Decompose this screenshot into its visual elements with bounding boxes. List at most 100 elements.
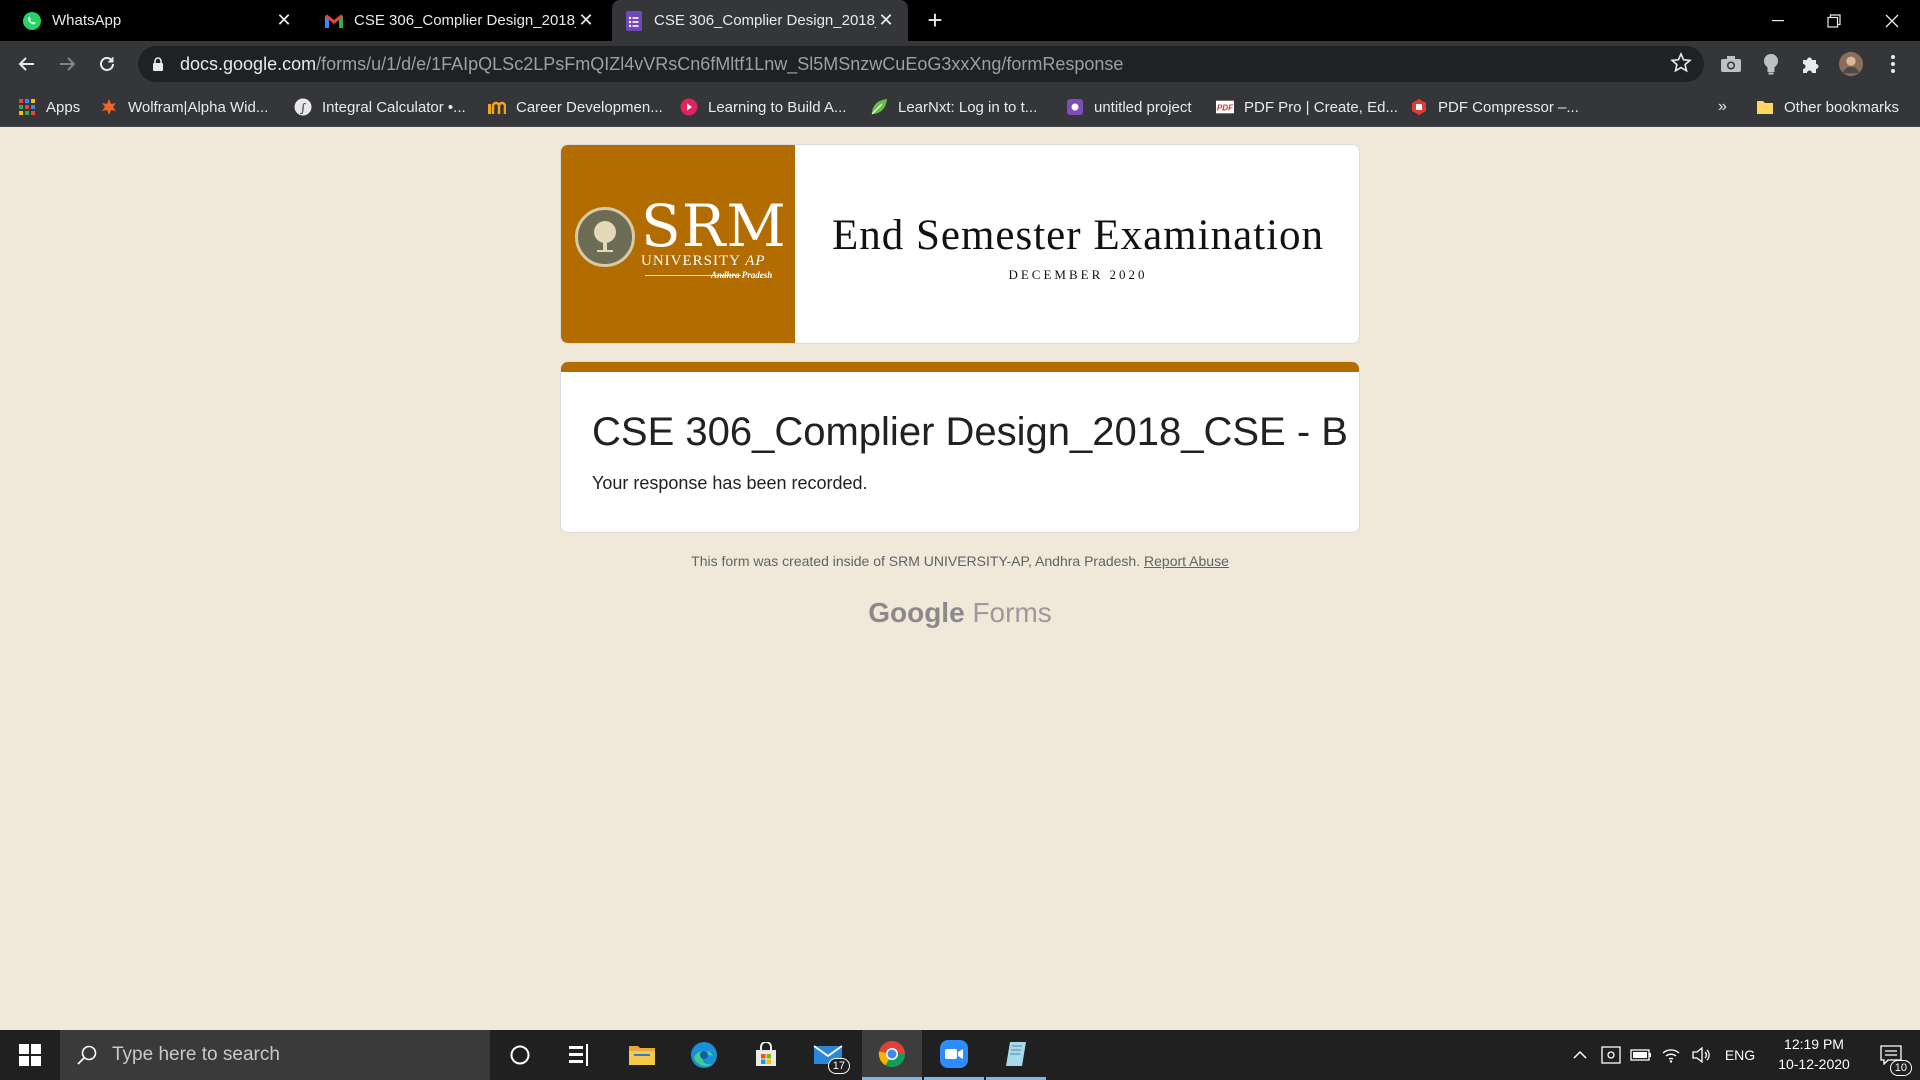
more-menu-icon[interactable] bbox=[1880, 51, 1906, 77]
zoom-icon[interactable] bbox=[924, 1030, 984, 1080]
close-icon[interactable]: ✕ bbox=[876, 10, 896, 31]
browser-toolbar: docs.google.com/forms/u/1/d/e/1FAIpQLSc2… bbox=[0, 41, 1920, 87]
bookmark-label: Other bookmarks bbox=[1784, 98, 1900, 116]
chrome-taskbar-icon[interactable] bbox=[862, 1030, 922, 1080]
reload-icon[interactable] bbox=[92, 49, 122, 79]
bookmark-integral-calculator[interactable]: ∫ Integral Calculator •... bbox=[294, 87, 466, 127]
address-bar[interactable]: docs.google.com/forms/u/1/d/e/1FAIpQLSc2… bbox=[138, 46, 1704, 82]
meet-now-icon[interactable] bbox=[1598, 1030, 1624, 1080]
report-abuse-link[interactable]: Report Abuse bbox=[1144, 553, 1229, 569]
windows-start-icon[interactable] bbox=[0, 1030, 60, 1080]
minimize-icon[interactable] bbox=[1750, 0, 1806, 41]
pdf-compressor-icon bbox=[1410, 98, 1428, 116]
bookmark-label: Wolfram|Alpha Wid... bbox=[128, 98, 269, 116]
bookmark-label: PDF Compressor –... bbox=[1438, 98, 1579, 116]
gmail-icon bbox=[324, 11, 344, 31]
volume-icon[interactable] bbox=[1688, 1030, 1714, 1080]
close-icon[interactable]: ✕ bbox=[274, 10, 294, 31]
footer-text: This form was created inside of SRM UNIV… bbox=[691, 553, 1141, 569]
logo-name: SRM bbox=[641, 192, 787, 260]
puzzle-extensions-icon[interactable] bbox=[1798, 51, 1824, 77]
wifi-icon[interactable] bbox=[1658, 1030, 1684, 1080]
bookmark-learning-to-build[interactable]: Learning to Build A... bbox=[680, 87, 846, 127]
bookmarks-bar: Apps Wolfram|Alpha Wid... ∫ Integral Cal… bbox=[0, 87, 1920, 127]
notification-center-icon[interactable]: 10 bbox=[1866, 1030, 1916, 1080]
search-icon bbox=[76, 1044, 98, 1066]
svg-text:PDF: PDF bbox=[1217, 104, 1234, 113]
mail-icon[interactable]: 17 bbox=[798, 1030, 858, 1080]
notification-count-badge: 10 bbox=[1889, 1060, 1912, 1076]
whatsapp-icon bbox=[22, 11, 42, 31]
brand-google: Google bbox=[868, 597, 965, 628]
tab-whatsapp[interactable]: WhatsApp ✕ bbox=[10, 0, 306, 41]
wolfram-icon bbox=[100, 98, 118, 116]
bookmark-label: Career Developmen... bbox=[516, 98, 663, 116]
taskbar-search-box[interactable]: Type here to search bbox=[60, 1030, 490, 1080]
bookmark-wolfram[interactable]: Wolfram|Alpha Wid... bbox=[100, 87, 268, 127]
career-icon bbox=[488, 98, 506, 116]
microsoft-store-icon[interactable] bbox=[736, 1030, 796, 1080]
bookmark-untitled-project[interactable]: untitled project bbox=[1066, 87, 1192, 127]
new-tab-button[interactable]: + bbox=[920, 6, 950, 36]
form-header-image: SRM UNIVERSITY AP Andhra Pradesh End Sem… bbox=[560, 144, 1360, 344]
exam-subtitle: DECEMBER 2020 bbox=[1008, 267, 1148, 282]
bookmark-label: LearNxt: Log in to t... bbox=[898, 98, 1038, 116]
bookmark-pdf-pro[interactable]: PDF PDF Pro | Create, Ed... bbox=[1216, 87, 1398, 127]
camera-extension-icon[interactable] bbox=[1718, 51, 1744, 77]
integral-icon: ∫ bbox=[294, 98, 312, 116]
bookmark-label: Learning to Build A... bbox=[708, 98, 847, 116]
cortana-icon[interactable] bbox=[490, 1030, 550, 1080]
other-bookmarks-folder[interactable]: Other bookmarks bbox=[1756, 87, 1899, 127]
confirmation-message: Your response has been recorded. bbox=[592, 473, 868, 493]
lightbulb-extension-icon[interactable] bbox=[1758, 51, 1784, 77]
project-icon bbox=[1066, 98, 1084, 116]
accent-band bbox=[561, 362, 1359, 372]
bookmarks-overflow-button[interactable]: » bbox=[1718, 87, 1727, 127]
bookmark-star-icon[interactable] bbox=[1670, 52, 1692, 79]
google-forms-icon bbox=[624, 10, 644, 31]
battery-icon[interactable] bbox=[1628, 1030, 1654, 1080]
bookmark-career-development[interactable]: Career Developmen... bbox=[488, 87, 663, 127]
form-page: SRM UNIVERSITY AP Andhra Pradesh End Sem… bbox=[0, 127, 1920, 1030]
response-card: CSE 306_Complier Design_2018_CSE - B You… bbox=[560, 361, 1360, 533]
google-forms-logo[interactable]: Google Forms bbox=[560, 597, 1360, 629]
apps-grid-icon bbox=[18, 98, 36, 116]
clock-time: 12:19 PM bbox=[1784, 1036, 1844, 1052]
bookmark-learnxt[interactable]: LearNxt: Log in to t... bbox=[870, 87, 1037, 127]
logo-ap: AP bbox=[745, 253, 766, 269]
pdf-icon: PDF bbox=[1216, 98, 1234, 116]
forward-arrow-icon[interactable] bbox=[52, 49, 82, 79]
tab-title: CSE 306_Complier Design_2018_( bbox=[654, 12, 876, 29]
leaf-icon bbox=[870, 98, 888, 116]
bookmark-label: untitled project bbox=[1094, 98, 1192, 116]
restore-icon[interactable] bbox=[1806, 0, 1862, 41]
close-icon[interactable]: ✕ bbox=[576, 10, 596, 31]
tab-google-forms[interactable]: CSE 306_Complier Design_2018_( ✕ bbox=[612, 0, 908, 41]
input-language[interactable]: ENG bbox=[1720, 1030, 1760, 1080]
bookmark-label: Apps bbox=[46, 98, 81, 116]
edge-browser-icon[interactable] bbox=[674, 1030, 734, 1080]
university-seal-icon bbox=[575, 207, 635, 267]
bookmark-apps[interactable]: Apps bbox=[18, 87, 80, 127]
bookmark-label: PDF Pro | Create, Ed... bbox=[1244, 98, 1398, 116]
logo-university: UNIVERSITY bbox=[641, 253, 741, 269]
tab-gmail[interactable]: CSE 306_Complier Design_2018_( ✕ bbox=[312, 0, 608, 41]
exam-title: End Semester Examination bbox=[831, 212, 1325, 259]
footer-note: This form was created inside of SRM UNIV… bbox=[560, 553, 1360, 569]
file-explorer-icon[interactable] bbox=[612, 1030, 672, 1080]
folder-icon bbox=[1756, 98, 1774, 116]
bookmark-pdf-compressor[interactable]: PDF Compressor –... bbox=[1410, 87, 1579, 127]
show-hidden-icons-chevron[interactable] bbox=[1568, 1030, 1592, 1080]
logo-location: Andhra Pradesh bbox=[711, 270, 773, 280]
logo-subtitle: UNIVERSITY AP bbox=[641, 253, 766, 270]
profile-avatar-icon[interactable] bbox=[1838, 51, 1864, 77]
lock-icon[interactable] bbox=[152, 56, 170, 72]
notepad-app-icon[interactable] bbox=[986, 1030, 1046, 1080]
task-view-icon[interactable] bbox=[550, 1030, 610, 1080]
back-arrow-icon[interactable] bbox=[12, 49, 42, 79]
video-icon bbox=[680, 98, 698, 116]
system-clock[interactable]: 12:19 PM 10-12-2020 bbox=[1764, 1034, 1864, 1074]
close-window-icon[interactable] bbox=[1864, 0, 1920, 41]
brand-forms: Forms bbox=[972, 597, 1052, 628]
tab-title: CSE 306_Complier Design_2018_( bbox=[354, 12, 576, 29]
